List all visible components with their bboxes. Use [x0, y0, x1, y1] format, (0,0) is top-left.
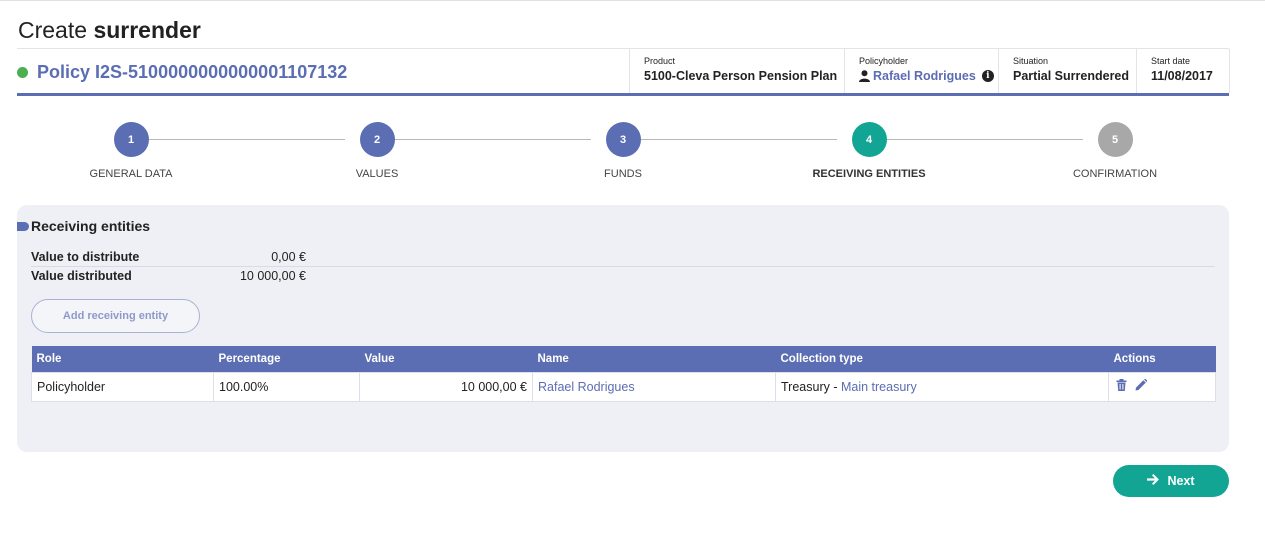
step-label: FUNDS [604, 168, 642, 180]
cell-name: Rafael Rodrigues [532, 371, 776, 402]
treasury-link[interactable]: Main treasury [841, 380, 917, 394]
summary-value: 0,00 € [271, 250, 306, 264]
column-header-value[interactable]: Value [359, 346, 533, 372]
info-icon[interactable]: i [981, 70, 994, 82]
cell-role: Policyholder [31, 371, 214, 402]
trash-icon[interactable] [1116, 379, 1127, 391]
person-icon [859, 70, 870, 82]
cell-collection-type: Treasury - Main treasury [775, 371, 1109, 402]
situation-label: Situation [1013, 56, 1049, 66]
start-date-label: Start date [1151, 56, 1191, 66]
cell-percentage: 100.00% [213, 371, 360, 402]
summary-row: Value to distribute 0,00 € [31, 248, 1215, 267]
product-value: 5100-Cleva Person Pension Plan [644, 69, 838, 83]
summary-label: Value distributed [31, 269, 132, 283]
column-header-name[interactable]: Name [532, 346, 776, 372]
column-header-actions: Actions [1108, 346, 1216, 372]
step-label: RECEIVING ENTITIES [812, 168, 926, 180]
page-title-strong: surrender [93, 17, 201, 43]
step-label: VALUES [355, 168, 399, 180]
step-circle[interactable]: 2 [359, 122, 395, 157]
page-title: Create surrender [18, 17, 201, 44]
progress-stepper: 1 GENERAL DATA 2 VALUES 3 FUNDS 4 RECEIV… [17, 122, 1229, 182]
step-values[interactable]: 2 VALUES [297, 122, 457, 180]
summary-value: 10 000,00 € [239, 269, 306, 283]
receiving-entities-table: Role Percentage Value Name Collection ty… [31, 346, 1216, 402]
page-title-prefix: Create [18, 17, 88, 43]
step-label: CONFIRMATION [1072, 168, 1158, 180]
cell-value: 10 000,00 € [359, 371, 533, 402]
policyholder-label: Policyholder [859, 56, 909, 66]
collection-type-text: Treasury - [781, 379, 841, 394]
summary-row: Value distributed 10 000,00 € [31, 267, 1215, 286]
policy-header: Policy I2S-5100000000000001107132 Produc… [17, 48, 1230, 96]
section-title: Receiving entities [31, 218, 151, 234]
situation-value: Partial Surrendered [1013, 69, 1130, 83]
status-dot [17, 67, 28, 78]
step-circle[interactable]: 4 [851, 122, 887, 157]
step-confirmation[interactable]: 5 CONFIRMATION [1035, 122, 1195, 180]
column-header-role[interactable]: Role [31, 346, 214, 372]
arrow-right-icon [1147, 474, 1160, 488]
product-cell: Product 5100-Cleva Person Pension Plan [629, 49, 844, 93]
entity-name-link[interactable]: Rafael Rodrigues [538, 380, 635, 394]
situation-cell: Situation Partial Surrendered [998, 49, 1136, 93]
add-receiving-entity-button[interactable]: Add receiving entity [31, 299, 200, 333]
pencil-icon[interactable] [1135, 379, 1147, 391]
section-marker [17, 222, 29, 231]
policyholder-name[interactable]: Rafael Rodrigues [873, 69, 976, 83]
table-row: Policyholder 100.00% 10 000,00 € Rafael … [31, 371, 1216, 402]
step-label: GENERAL DATA [89, 168, 173, 180]
step-circle[interactable]: 3 [605, 122, 641, 157]
summary-label: Value to distribute [31, 250, 140, 264]
column-header-collection-type[interactable]: Collection type [775, 346, 1109, 372]
next-button-label[interactable]: Next [1167, 474, 1194, 488]
start-date-cell: Start date 11/08/2017 [1136, 49, 1230, 93]
top-border [0, 0, 1265, 1]
step-funds[interactable]: 3 FUNDS [543, 122, 703, 180]
step-general-data[interactable]: 1 GENERAL DATA [51, 122, 211, 180]
policy-title: Policy I2S-5100000000000001107132 [37, 62, 348, 82]
table-header-row: Role Percentage Value Name Collection ty… [31, 346, 1216, 372]
step-circle[interactable]: 1 [113, 122, 149, 157]
step-circle[interactable]: 5 [1097, 122, 1133, 157]
next-button[interactable]: Next [1113, 465, 1229, 497]
start-date-value: 11/08/2017 [1151, 69, 1213, 83]
receiving-entities-panel: Receiving entities Value to distribute 0… [17, 205, 1229, 452]
policyholder-cell: Policyholder Rafael Rodrigues i [844, 49, 998, 93]
step-receiving-entities[interactable]: 4 RECEIVING ENTITIES [789, 122, 949, 180]
column-header-percentage[interactable]: Percentage [213, 346, 360, 372]
product-label: Product [644, 56, 676, 66]
cell-actions [1108, 371, 1216, 402]
policyholder-value[interactable]: Rafael Rodrigues i [859, 69, 994, 83]
